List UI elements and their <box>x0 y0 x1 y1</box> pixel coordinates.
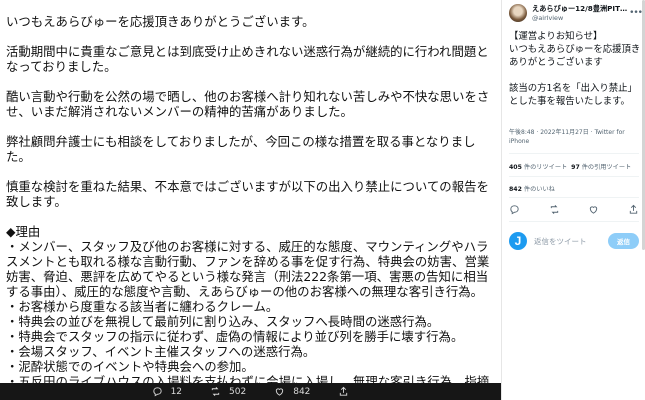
more-options-icon[interactable]: ••• <box>629 8 643 18</box>
image-action-bar: 12 502 842 <box>0 383 501 400</box>
share-action[interactable] <box>338 386 349 397</box>
likes-value: 842 <box>509 186 522 193</box>
reason-item: ・特典会の並びを無視して最前列に割り込み、スタッフへ長時間の迷惑行為。 <box>6 314 440 329</box>
author-avatar[interactable] <box>509 4 527 22</box>
tweet-text: 【運営よりお知らせ】 いつもえあらびゅーを応援頂きありがとうございます 該当の方… <box>509 31 641 107</box>
likes-label: 件のいいね <box>521 186 555 193</box>
retweet-count: 502 <box>229 386 247 397</box>
share-icon[interactable] <box>628 204 639 215</box>
reason-item: ・泥酔状態でのイベントや特典会への参加。 <box>6 359 254 374</box>
user-avatar: J <box>509 232 527 250</box>
retweet-action[interactable]: 502 <box>210 386 246 397</box>
reply-composer: J 返信 <box>502 226 645 256</box>
paragraph-conclusion: 慎重な検討を重ねた結果、不本意ではございますが以下の出入り禁止についての報告を致… <box>6 179 489 209</box>
like-action[interactable]: 842 <box>274 386 310 397</box>
reply-button[interactable]: 返信 <box>608 233 639 249</box>
share-icon <box>340 386 348 396</box>
reason-item: ・五反田のライブハウスの入場料を支払わずに会場に入場し、無理な客引き行為、指摘を… <box>6 374 490 383</box>
tweet-panel: えあらびゅー12/8豊洲PIT… @airlview ••• 【運営よりお知らせ… <box>501 0 645 400</box>
tweet-timestamp[interactable]: 午後8:48 · 2022年11月27日 · Twitter for iPhon… <box>509 128 643 146</box>
divider <box>509 176 639 177</box>
reply-input[interactable] <box>534 234 604 248</box>
heart-icon <box>276 388 284 396</box>
retweet-icon <box>211 387 220 396</box>
paragraph-lawyer: 弊社顧問弁護士にも相談をしておりましたが、今回この様な措置を取る事となりました。 <box>6 134 476 164</box>
author-handle[interactable]: @airlview <box>532 14 563 22</box>
divider <box>509 221 639 222</box>
heart-icon[interactable] <box>588 204 599 215</box>
paragraph-greeting: いつもえあらびゅーを応援頂きありがとうございます。 <box>6 14 315 29</box>
divider <box>509 197 639 198</box>
image-viewer: いつもえあらびゅーを応援頂きありがとうございます。 活動期間中に貴重なご意見とは… <box>0 0 501 400</box>
paragraph-harm: 酷い言動や行動を公然の場で晒し、他のお客様へ計り知れない苦しみや不快な思いをさせ… <box>6 89 490 119</box>
quotes-label: 件の引用ツイート <box>579 164 632 171</box>
reply-count: 12 <box>170 386 183 397</box>
reason-item: ・メンバー、スタッフ及び他のお客様に対する、威圧的な態度、マウンティングやハラス… <box>6 239 490 299</box>
reason-item: ・会場スタッフ、イベント主催スタッフへの迷惑行為。 <box>6 344 316 359</box>
announcement-image[interactable]: いつもえあらびゅーを応援頂きありがとうございます。 活動期間中に貴重なご意見とは… <box>0 0 501 383</box>
author-name[interactable]: えあらびゅー12/8豊洲PIT… <box>532 4 628 14</box>
reply-action[interactable]: 12 <box>152 386 182 397</box>
retweets-value: 405 <box>509 164 522 171</box>
retweet-icon[interactable] <box>549 204 560 215</box>
reasons-heading: ◆理由 <box>6 224 41 239</box>
retweet-quote-stats[interactable]: 405 件のリツイート 97 件の引用ツイート <box>509 162 631 171</box>
paragraph-issue: 活動期間中に貴重なご意見とは到底受け止めきれない迷惑行為が継続的に行われ間題とな… <box>6 44 489 74</box>
tweet-action-row <box>509 204 639 215</box>
reply-icon[interactable] <box>509 204 520 215</box>
divider <box>509 153 639 154</box>
quotes-value: 97 <box>571 164 580 171</box>
reason-item: ・特典会でスタッフの指示に従わず、虚偽の情報により並び列を勝手に壊す行為。 <box>6 329 464 344</box>
like-count: 842 <box>293 386 311 397</box>
reply-icon <box>152 387 162 397</box>
tweet-header: えあらびゅー12/8豊洲PIT… @airlview ••• <box>502 0 645 26</box>
likes-stats[interactable]: 842 件のいいね <box>509 184 555 193</box>
retweets-label: 件のリツイート <box>521 164 568 171</box>
reason-item: ・お客様から度重なる該当者に纏わるクレーム。 <box>6 299 279 314</box>
